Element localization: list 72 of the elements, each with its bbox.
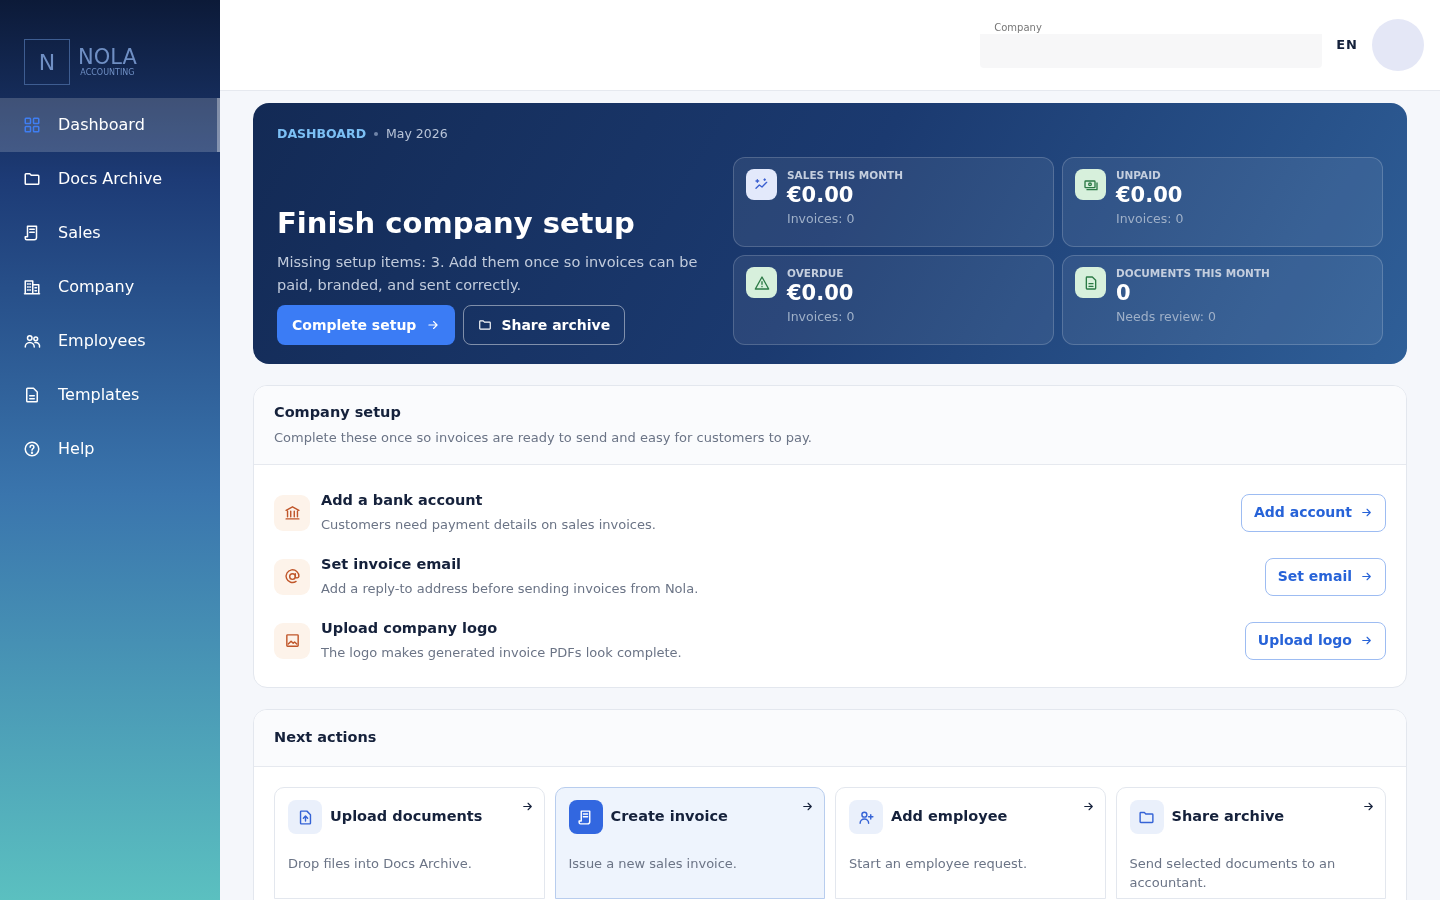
stat-value: 0 xyxy=(1116,280,1132,307)
dashboard-icon xyxy=(23,116,41,134)
action-description: Issue a new sales invoice. xyxy=(568,855,738,874)
company-label: Company xyxy=(994,22,1043,34)
hero-text: Missing setup items: 3. Add them once so invoices can be paid, branded, and sent correctly. xyxy=(277,253,699,296)
action-description: Send selected documents to an accountant. xyxy=(1129,855,1337,893)
item-title: Upload company logo xyxy=(321,619,499,639)
stat-value: €0.00 xyxy=(1116,182,1184,208)
hero-title: Finish company setup xyxy=(277,204,636,242)
folder-icon xyxy=(23,170,41,188)
stat-value: €0.00 xyxy=(787,182,855,208)
panel-title: Next actions xyxy=(274,727,378,747)
arrow-icon xyxy=(1360,634,1373,647)
stat-value: €0.00 xyxy=(787,280,855,307)
image-icon xyxy=(283,632,301,649)
user-avatar[interactable] xyxy=(1372,19,1424,71)
people-icon xyxy=(23,332,41,350)
stat-label: DOCUMENTS THIS MONTH xyxy=(1116,267,1270,281)
action-title: Add employee xyxy=(891,807,1008,827)
item-description: Customers need payment details on sales invoices. xyxy=(321,516,656,535)
stat-label: UNPAID xyxy=(1116,169,1162,182)
stat-label: OVERDUE xyxy=(787,267,845,281)
help-icon xyxy=(23,440,41,458)
building-icon xyxy=(23,278,41,296)
company-field[interactable]: Company xyxy=(980,22,1323,68)
panel-subtitle: Complete these once so invoices are ready to send and easy for customers to pay. xyxy=(274,429,813,447)
action-title: Upload documents xyxy=(330,807,483,827)
nav-item[interactable]: Dashboard xyxy=(0,98,220,152)
nav-item[interactable]: Company xyxy=(0,260,220,314)
action-button[interactable]: Upload logo xyxy=(1244,621,1386,660)
share-archive-button[interactable]: Share archive xyxy=(463,305,626,346)
at-sign-icon xyxy=(283,568,301,585)
nav-item[interactable]: Templates xyxy=(0,368,220,422)
logo-name: NOLA xyxy=(78,46,137,68)
item-title: Set invoice email xyxy=(321,555,463,575)
action-description: Drop files into Docs Archive. xyxy=(288,855,473,874)
nav-item[interactable]: Employees xyxy=(0,314,220,368)
add-user-icon xyxy=(857,808,875,826)
action-title: Share archive xyxy=(1171,807,1285,827)
stat-note: Invoices: 0 xyxy=(787,308,855,327)
action-description: Start an employee request. xyxy=(849,855,1029,874)
document-icon xyxy=(23,386,41,404)
action-title: Create invoice xyxy=(610,807,728,827)
warning-icon xyxy=(753,274,770,291)
stat-note: Invoices: 0 xyxy=(1116,210,1184,228)
stat-note: Invoices: 0 xyxy=(787,210,856,228)
item-title: Add a bank account xyxy=(321,491,484,511)
action-button[interactable]: Set email xyxy=(1264,557,1386,596)
action-card[interactable]: Share archive Send selected documents to an accountant. xyxy=(1115,787,1386,900)
item-description: The logo makes generated invoice PDFs look complete. xyxy=(321,644,682,663)
separator-dot xyxy=(374,132,378,137)
logo-tagline: ACCOUNTING xyxy=(79,67,136,78)
arrow-icon xyxy=(1360,506,1373,519)
language-selector[interactable]: EN xyxy=(1336,35,1358,55)
nav-item[interactable]: Help xyxy=(0,422,220,476)
complete-setup-button[interactable]: Complete setup xyxy=(277,305,456,346)
nav-item[interactable]: Sales xyxy=(0,206,220,260)
arrow-icon xyxy=(1360,570,1373,583)
stat-note: Needs review: 0 xyxy=(1116,308,1217,327)
period-text: May 2026 xyxy=(386,125,448,143)
bank-icon xyxy=(283,504,301,521)
nav-item[interactable]: Docs Archive xyxy=(0,152,220,206)
action-card[interactable]: Upload documents Drop files into Docs Archive. xyxy=(274,787,545,900)
action-card[interactable]: Add employee Start an employee request. xyxy=(835,787,1106,900)
action-card[interactable]: Create invoice Issue a new sales invoice. xyxy=(554,787,825,900)
folder-icon xyxy=(478,318,493,333)
action-button[interactable]: Add account xyxy=(1240,493,1386,532)
logo-mark: N xyxy=(24,39,70,85)
item-description: Add a reply-to address before sending invoices from Nola. xyxy=(321,580,699,599)
panel-title: Company setup xyxy=(274,403,402,423)
breadcrumb: DASHBOARD xyxy=(277,125,366,143)
stat-label: SALES THIS MONTH xyxy=(787,169,903,182)
